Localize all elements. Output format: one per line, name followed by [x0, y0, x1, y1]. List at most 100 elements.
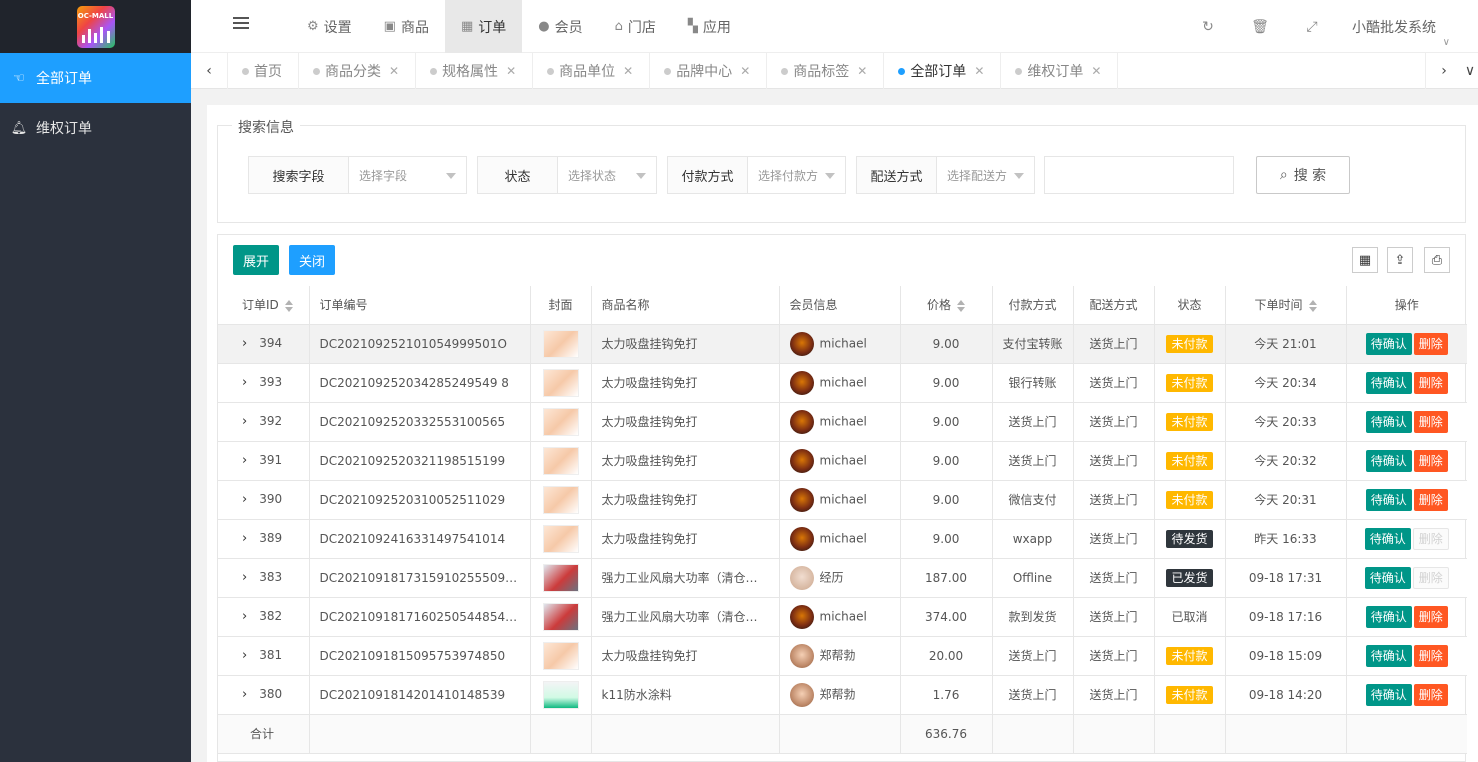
delete-button[interactable]: 删除 — [1413, 644, 1448, 667]
tab-spec-attrs[interactable]: 规格属性 ✕ — [416, 53, 534, 89]
cell-status: 未付款 — [1154, 636, 1226, 676]
cell-pay: 送货上门 — [992, 675, 1074, 715]
tab-home[interactable]: 首页 — [228, 53, 299, 89]
nav-orders[interactable]: ▦ 订单 — [444, 0, 523, 53]
confirm-button[interactable]: 待确认 — [1364, 566, 1411, 589]
nav-members[interactable]: ● 会员 — [522, 0, 598, 53]
tab-brand-center[interactable]: 品牌中心 ✕ — [650, 53, 768, 89]
confirm-button[interactable]: 待确认 — [1365, 683, 1412, 706]
product-thumbnail[interactable] — [542, 329, 579, 358]
chevron-right-icon[interactable]: › — [242, 336, 247, 351]
product-thumbnail[interactable] — [542, 563, 579, 592]
chevron-right-icon[interactable]: › — [242, 609, 247, 624]
expand-button[interactable]: 展开 — [233, 245, 279, 275]
logo[interactable]: OC-MALL — [0, 0, 191, 53]
delete-button[interactable]: 删除 — [1413, 371, 1448, 394]
sidebar-item-all-orders[interactable]: ☜ 全部订单 — [0, 53, 191, 103]
cell-order-no: DC202109252101054999501O — [309, 324, 531, 364]
menu-toggle-icon[interactable] — [233, 17, 249, 31]
chevron-right-icon[interactable]: › — [242, 492, 247, 507]
confirm-button[interactable]: 待确认 — [1365, 488, 1412, 511]
close-icon[interactable]: ✕ — [857, 64, 867, 78]
nav-goods[interactable]: ▣ 商品 — [368, 0, 445, 53]
col-header-price[interactable]: 价格 — [900, 286, 993, 325]
sort-icon[interactable] — [284, 299, 293, 312]
chevron-right-icon[interactable]: › — [242, 648, 247, 663]
confirm-button[interactable]: 待确认 — [1365, 644, 1412, 667]
columns-filter-icon[interactable]: ▦ — [1352, 247, 1378, 273]
print-icon[interactable]: ⎙ — [1424, 247, 1450, 273]
sort-icon[interactable] — [1308, 299, 1317, 312]
tab-goods-unit[interactable]: 商品单位 ✕ — [533, 53, 651, 89]
col-header-id[interactable]: 订单ID — [218, 286, 310, 325]
col-header-no: 订单编号 — [309, 286, 531, 325]
tab-goods-tags[interactable]: 商品标签 ✕ — [767, 53, 885, 89]
delete-button[interactable]: 删除 — [1413, 449, 1448, 472]
delete-button[interactable]: 删除 — [1412, 566, 1449, 589]
chevron-right-icon[interactable]: › — [242, 453, 247, 468]
field-label: 配送方式 — [857, 157, 937, 193]
tabs-menu-chevron-icon[interactable]: ∨ — [1462, 53, 1478, 89]
fullscreen-icon[interactable]: ⤢ — [1286, 19, 1338, 35]
system-name-dropdown[interactable]: 小酷批发系统 ∨ — [1338, 17, 1478, 48]
ship-select-dropdown[interactable]: 选择配送方 — [937, 157, 1034, 193]
product-thumbnail[interactable] — [542, 368, 579, 397]
confirm-button[interactable]: 待确认 — [1365, 410, 1412, 433]
pay-select-dropdown[interactable]: 选择付款方 — [748, 157, 845, 193]
confirm-button[interactable]: 待确认 — [1365, 605, 1412, 628]
cell-ops: 待确认 删除 — [1346, 675, 1467, 715]
delete-button[interactable]: 删除 — [1413, 683, 1448, 706]
close-icon[interactable]: ✕ — [740, 64, 750, 78]
tab-goods-category[interactable]: 商品分类 ✕ — [299, 53, 417, 89]
delete-button[interactable]: 删除 — [1412, 527, 1449, 550]
table-row: › 390 DC2021092520310052511029 太力吸盘挂钩免打 mich… — [218, 480, 1467, 520]
col-header-time[interactable]: 下单时间 — [1225, 286, 1347, 325]
tab-all-orders[interactable]: 全部订单 ✕ — [884, 53, 1002, 89]
cell-price: 9.00 — [900, 402, 993, 442]
close-icon[interactable]: ✕ — [1091, 64, 1101, 78]
confirm-button[interactable]: 待确认 — [1365, 332, 1412, 355]
confirm-button[interactable]: 待确认 — [1365, 371, 1412, 394]
product-thumbnail[interactable] — [542, 641, 579, 670]
confirm-button[interactable]: 待确认 — [1364, 527, 1411, 550]
nav-stores[interactable]: ⌂ 门店 — [599, 0, 672, 53]
tabs-scroll-right-icon[interactable]: › — [1425, 53, 1462, 89]
trash-icon[interactable]: 🗑︎ — [1234, 19, 1286, 35]
product-thumbnail[interactable] — [542, 485, 579, 514]
close-icon[interactable]: ✕ — [623, 64, 633, 78]
close-button[interactable]: 关闭 — [289, 245, 335, 275]
chevron-right-icon[interactable]: › — [242, 531, 247, 546]
close-icon[interactable]: ✕ — [389, 64, 399, 78]
product-thumbnail[interactable] — [542, 680, 579, 709]
nav-apps[interactable]: ▚ 应用 — [672, 0, 747, 53]
refresh-icon[interactable]: ↻ — [1182, 19, 1234, 35]
close-icon[interactable]: ✕ — [506, 64, 516, 78]
avatar — [789, 331, 814, 356]
product-thumbnail[interactable] — [542, 524, 579, 553]
delete-button[interactable]: 删除 — [1413, 410, 1448, 433]
keyword-input[interactable] — [1044, 156, 1234, 194]
status-badge: 已发货 — [1166, 568, 1213, 587]
chevron-right-icon[interactable]: › — [242, 375, 247, 390]
tab-rights-orders[interactable]: 维权订单 ✕ — [1001, 53, 1119, 89]
close-icon[interactable]: ✕ — [974, 64, 984, 78]
nav-settings[interactable]: ⚙ 设置 — [291, 0, 368, 53]
field-select-dropdown[interactable]: 选择字段 — [349, 157, 466, 193]
export-icon[interactable]: ⇪ — [1387, 247, 1413, 273]
cell-price: 9.00 — [900, 480, 993, 520]
sidebar-item-rights-orders[interactable]: 🔔︎ 维权订单 — [0, 103, 191, 153]
status-select-dropdown[interactable]: 选择状态 — [558, 157, 656, 193]
chevron-right-icon[interactable]: › — [242, 687, 247, 702]
search-button[interactable]: ⌕ 搜 索 — [1256, 156, 1350, 194]
product-thumbnail[interactable] — [542, 602, 579, 631]
tabs-scroll-left-icon[interactable]: ‹ — [191, 53, 228, 89]
sort-icon[interactable] — [957, 299, 965, 312]
delete-button[interactable]: 删除 — [1413, 488, 1448, 511]
delete-button[interactable]: 删除 — [1413, 605, 1448, 628]
chevron-right-icon[interactable]: › — [242, 570, 247, 585]
confirm-button[interactable]: 待确认 — [1365, 449, 1412, 472]
delete-button[interactable]: 删除 — [1413, 332, 1448, 355]
product-thumbnail[interactable] — [542, 446, 579, 475]
product-thumbnail[interactable] — [542, 407, 579, 436]
chevron-right-icon[interactable]: › — [242, 414, 247, 429]
